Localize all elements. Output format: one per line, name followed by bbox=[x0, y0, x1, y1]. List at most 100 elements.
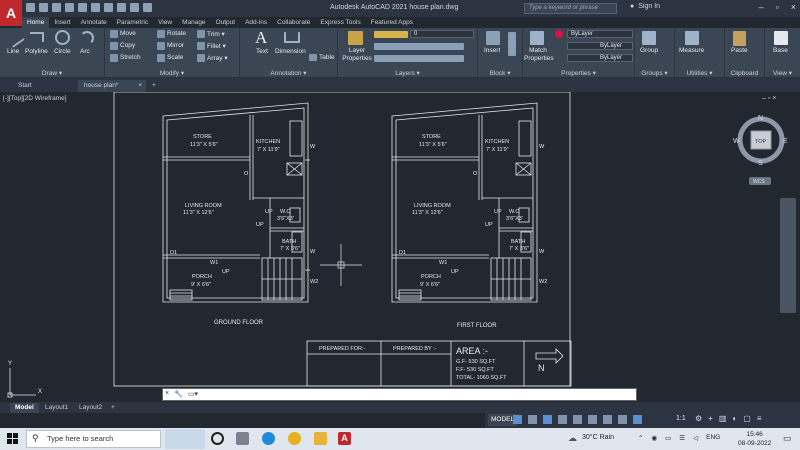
tab-express-tools[interactable]: Express Tools bbox=[315, 17, 365, 28]
display-icon[interactable]: ▭ bbox=[665, 434, 671, 442]
base-icon[interactable] bbox=[774, 31, 788, 45]
weather-status[interactable]: 30°C Rain bbox=[582, 434, 614, 441]
task-view-icon[interactable] bbox=[211, 432, 224, 445]
save-as-icon[interactable] bbox=[65, 3, 74, 12]
close-tab-icon[interactable]: × bbox=[138, 80, 142, 92]
isolate-icon[interactable]: ◐ bbox=[732, 414, 737, 423]
circle-icon[interactable] bbox=[55, 30, 70, 45]
group-icon[interactable] bbox=[642, 31, 656, 45]
copy-button[interactable]: Copy bbox=[120, 42, 135, 49]
utilities-panel-label[interactable]: Utilities ▾ bbox=[675, 69, 724, 77]
match-properties-button[interactable]: Match Properties bbox=[524, 47, 554, 63]
compass-e[interactable]: E bbox=[783, 138, 788, 145]
gear-icon[interactable]: ⚙ bbox=[695, 414, 702, 423]
volume-icon[interactable]: ◁ bbox=[693, 434, 698, 442]
properties-panel-label[interactable]: Properties ▾ bbox=[523, 69, 634, 77]
circle-button[interactable]: Circle bbox=[54, 48, 71, 55]
save-icon[interactable] bbox=[52, 3, 61, 12]
wcs-menu[interactable]: WCS bbox=[753, 179, 765, 185]
show-hidden-icons-icon[interactable]: ⌃ bbox=[638, 434, 643, 442]
workspace-icon[interactable]: ▥ bbox=[719, 414, 727, 423]
layers-panel-label[interactable]: Layers ▾ bbox=[338, 69, 477, 77]
tab-addins[interactable]: Add-ins bbox=[240, 17, 272, 28]
add-layout-icon[interactable]: + bbox=[106, 403, 120, 413]
polar-icon[interactable] bbox=[558, 415, 567, 424]
linetype-dropdown[interactable]: ByLayer bbox=[567, 54, 633, 62]
wrench-icon[interactable]: 🔧 bbox=[174, 390, 183, 398]
line-button[interactable]: Line bbox=[7, 48, 19, 55]
scale-button[interactable]: Scale bbox=[167, 54, 183, 61]
compass-w[interactable]: W bbox=[733, 138, 740, 145]
navigation-bar[interactable] bbox=[780, 198, 796, 313]
tab-annotate[interactable]: Annotate bbox=[76, 17, 112, 28]
tab-start[interactable]: Start bbox=[12, 80, 38, 92]
text-icon[interactable]: A bbox=[255, 28, 267, 48]
base-button[interactable]: Base bbox=[773, 47, 788, 54]
fullscreen-icon[interactable]: ▢ bbox=[743, 414, 751, 423]
dimension-button[interactable]: Dimension bbox=[275, 48, 306, 55]
tab-layout2[interactable]: Layout2 bbox=[74, 403, 107, 413]
grid-icon[interactable] bbox=[513, 415, 522, 424]
table-button[interactable]: Table bbox=[319, 54, 335, 61]
undo-icon[interactable] bbox=[117, 3, 126, 12]
stretch-button[interactable]: Stretch bbox=[120, 54, 141, 61]
tab-featured-apps[interactable]: Featured Apps bbox=[366, 17, 418, 28]
mirror-button[interactable]: Mirror bbox=[167, 42, 184, 49]
compass-n[interactable]: N bbox=[758, 115, 763, 122]
text-button[interactable]: Text bbox=[256, 48, 268, 55]
share-icon[interactable] bbox=[143, 3, 152, 12]
minimize-icon[interactable]: – bbox=[759, 2, 764, 12]
tab-collaborate[interactable]: Collaborate bbox=[272, 17, 315, 28]
layer-tools-icons[interactable] bbox=[374, 43, 464, 50]
paste-icon[interactable] bbox=[733, 31, 746, 46]
arc-icon[interactable] bbox=[80, 31, 94, 45]
compass-s[interactable]: S bbox=[758, 160, 763, 167]
tab-house-plan[interactable]: house plan* × bbox=[78, 80, 146, 92]
viewcube[interactable]: TOP N S E W WCS bbox=[733, 110, 793, 190]
file-explorer-icon[interactable] bbox=[314, 432, 327, 445]
search-input[interactable]: Type a keyword or phrase bbox=[524, 3, 617, 14]
paste-button[interactable]: Paste bbox=[731, 47, 748, 54]
ortho-icon[interactable] bbox=[543, 415, 552, 424]
tab-model[interactable]: Model bbox=[10, 403, 39, 413]
language-indicator[interactable]: ENG bbox=[706, 434, 720, 442]
tab-manage[interactable]: Manage bbox=[177, 17, 211, 28]
windows-start-icon[interactable] bbox=[7, 433, 19, 445]
network-icon[interactable]: ◉ bbox=[651, 434, 657, 442]
tab-insert[interactable]: Insert bbox=[49, 17, 75, 28]
new-tab-icon[interactable]: + bbox=[146, 80, 162, 92]
command-prompt-icon[interactable]: ▭▾ bbox=[188, 390, 198, 398]
annotation-panel-label[interactable]: Annotation ▾ bbox=[240, 69, 337, 77]
close-icon[interactable]: × bbox=[165, 390, 169, 398]
wifi-icon[interactable]: ☰ bbox=[679, 434, 685, 442]
plot-icon[interactable] bbox=[104, 3, 113, 12]
new-icon[interactable] bbox=[26, 3, 35, 12]
snap-icon[interactable] bbox=[528, 415, 537, 424]
measure-button[interactable]: Measure bbox=[679, 47, 704, 54]
fillet-button[interactable]: Fillet ▾ bbox=[207, 42, 226, 50]
view-panel-label[interactable]: View ▾ bbox=[765, 69, 800, 77]
tab-output[interactable]: Output bbox=[211, 17, 241, 28]
block-panel-label[interactable]: Block ▾ bbox=[478, 69, 522, 77]
tab-layout1[interactable]: Layout1 bbox=[40, 403, 73, 413]
measure-icon[interactable] bbox=[685, 31, 699, 45]
groups-panel-label[interactable]: Groups ▾ bbox=[635, 69, 674, 77]
layer-properties-icon[interactable] bbox=[348, 31, 363, 45]
match-properties-icon[interactable] bbox=[530, 31, 544, 45]
object-snap-icon[interactable] bbox=[588, 415, 597, 424]
move-button[interactable]: Move bbox=[120, 30, 136, 37]
transparency-icon[interactable] bbox=[618, 415, 627, 424]
close-icon[interactable]: × bbox=[791, 2, 796, 12]
annotation-scale-icon[interactable] bbox=[633, 415, 642, 424]
clipboard-panel-label[interactable]: Clipboard bbox=[725, 70, 764, 77]
tab-home[interactable]: Home bbox=[22, 17, 50, 28]
line-icon[interactable] bbox=[5, 28, 25, 48]
lineweight-icon[interactable] bbox=[603, 415, 612, 424]
insert-icon[interactable] bbox=[486, 31, 500, 45]
modify-panel-label[interactable]: Modify ▾ bbox=[105, 69, 239, 77]
news-widget-icon[interactable] bbox=[165, 429, 205, 449]
layer-properties-button[interactable]: Layer Properties bbox=[341, 47, 373, 63]
autocad-logo-icon[interactable]: A bbox=[0, 0, 22, 26]
layer-state-icons[interactable] bbox=[374, 31, 408, 38]
chrome-icon[interactable] bbox=[288, 432, 301, 445]
